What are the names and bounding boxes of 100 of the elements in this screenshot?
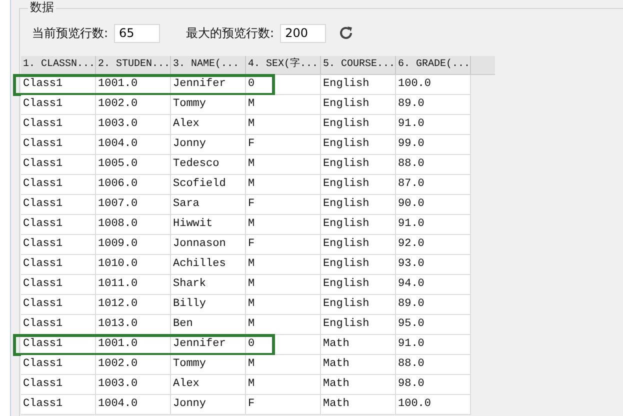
table-cell: English	[321, 95, 396, 114]
table-cell: 1005.0	[96, 155, 171, 174]
table-cell: English	[321, 315, 396, 334]
table-cell: 89.0	[396, 95, 471, 114]
table-row[interactable]: Class1 1009.0 Jonnason F English 92.0	[21, 235, 471, 255]
table-row[interactable]: Class1 1002.0 Tommy M Math 88.0	[21, 355, 471, 375]
table-cell: English	[321, 75, 396, 94]
table-row[interactable]: Class1 1013.0 Ben M English 95.0	[21, 315, 471, 335]
table-cell: English	[321, 255, 396, 274]
table-cell: 1007.0	[96, 195, 171, 214]
table-cell: Tommy	[171, 355, 246, 374]
table-cell: M	[246, 355, 321, 374]
table-cell: M	[246, 155, 321, 174]
table-cell: 91.0	[396, 335, 471, 354]
table-cell: 1010.0	[96, 255, 171, 274]
table-cell: Math	[321, 355, 396, 374]
table-row[interactable]: Class1 1011.0 Shark M English 94.0	[21, 275, 471, 295]
table-cell: Tommy	[171, 95, 246, 114]
table-cell: Sara	[171, 195, 246, 214]
table-cell: Class1	[21, 95, 96, 114]
table-cell: 1006.0	[96, 175, 171, 194]
table-cell: F	[246, 395, 321, 414]
table-row[interactable]: Class1 1004.0 Jonny F English 99.0	[21, 135, 471, 155]
table-cell: F	[246, 135, 321, 154]
table-cell: 91.0	[396, 115, 471, 134]
table-cell: Jonny	[171, 395, 246, 414]
table-cell: Scofield	[171, 175, 246, 194]
table-row[interactable]: Class1 1004.0 Jonny F Math 100.0	[21, 395, 471, 415]
table-cell: Class1	[21, 175, 96, 194]
table-cell: 1003.0	[96, 115, 171, 134]
column-header[interactable]: 2. STUDEN...	[96, 56, 171, 74]
column-header[interactable]: 6. GRADE(...	[396, 56, 471, 74]
table-cell: Math	[321, 375, 396, 394]
table-cell: 93.0	[396, 255, 471, 274]
table-cell: 1004.0	[96, 395, 171, 414]
current-rows-label: 当前预览行数:	[32, 24, 108, 42]
table-cell: Class1	[21, 235, 96, 254]
table-cell: 87.0	[396, 175, 471, 194]
table-cell: Class1	[21, 295, 96, 314]
table-cell: Alex	[171, 115, 246, 134]
table-cell: F	[246, 195, 321, 214]
table-cell: Class1	[21, 215, 96, 234]
table-cell: 94.0	[396, 275, 471, 294]
table-cell: 0	[246, 335, 321, 354]
table-cell: Achilles	[171, 255, 246, 274]
table-cell: Class1	[21, 135, 96, 154]
table-cell: English	[321, 215, 396, 234]
table-row[interactable]: Class1 1010.0 Achilles M English 93.0	[21, 255, 471, 275]
group-title: 数据	[28, 0, 56, 14]
table-cell: 91.0	[396, 215, 471, 234]
column-header[interactable]: 5. COURSE...	[321, 56, 396, 74]
table-cell: English	[321, 135, 396, 154]
column-header[interactable]: 1. CLASSN...	[21, 56, 96, 74]
table-cell: 0	[246, 75, 321, 94]
table-cell: English	[321, 275, 396, 294]
column-header[interactable]: 3. NAME(...	[171, 56, 246, 74]
table-cell: Class1	[21, 275, 96, 294]
table-cell: M	[246, 295, 321, 314]
table-row[interactable]: Class1 1003.0 Alex M English 91.0	[21, 115, 471, 135]
table-cell: 1002.0	[96, 355, 171, 374]
table-cell: Class1	[21, 255, 96, 274]
table-cell: English	[321, 175, 396, 194]
table-cell: 1002.0	[96, 95, 171, 114]
table-cell: 98.0	[396, 375, 471, 394]
table-cell: Class1	[21, 315, 96, 334]
table-cell: M	[246, 315, 321, 334]
table-cell: M	[246, 215, 321, 234]
table-cell: Class1	[21, 375, 96, 394]
table-cell: Jennifer	[171, 335, 246, 354]
table-cell: Jonnason	[171, 235, 246, 254]
table-row[interactable]: Class1 1008.0 Hiwwit M English 91.0	[21, 215, 471, 235]
table-cell: 1009.0	[96, 235, 171, 254]
table-cell: M	[246, 375, 321, 394]
table-row[interactable]: Class1 1012.0 Billy M English 89.0	[21, 295, 471, 315]
table-cell: 1012.0	[96, 295, 171, 314]
table-cell: Jonny	[171, 135, 246, 154]
table-cell: Ben	[171, 315, 246, 334]
max-rows-label: 最大的预览行数:	[186, 24, 274, 42]
table-row[interactable]: Class1 1006.0 Scofield M English 87.0	[21, 175, 471, 195]
table-cell: 1008.0	[96, 215, 171, 234]
table-cell: 99.0	[396, 135, 471, 154]
table-row[interactable]: Class1 1005.0 Tedesco M English 88.0	[21, 155, 471, 175]
refresh-icon[interactable]	[338, 25, 354, 41]
table-cell: M	[246, 95, 321, 114]
table-row[interactable]: Class1 1002.0 Tommy M English 89.0	[21, 95, 471, 115]
table-cell: Class1	[21, 335, 96, 354]
column-header[interactable]: 4. SEX(字...	[246, 56, 321, 74]
table-cell: Math	[321, 335, 396, 354]
table-cell: Class1	[21, 195, 96, 214]
table-cell: English	[321, 195, 396, 214]
table-cell: 95.0	[396, 315, 471, 334]
table-cell: English	[321, 115, 396, 134]
table-row[interactable]: Class1 1007.0 Sara F English 90.0	[21, 195, 471, 215]
table-cell: 90.0	[396, 195, 471, 214]
table-cell: Class1	[21, 395, 96, 414]
table-row[interactable]: Class1 1003.0 Alex M Math 98.0	[21, 375, 471, 395]
table-cell: Shark	[171, 275, 246, 294]
table-cell: F	[246, 235, 321, 254]
current-rows-field[interactable]: 65	[114, 24, 160, 42]
max-rows-field[interactable]: 200	[280, 24, 326, 42]
